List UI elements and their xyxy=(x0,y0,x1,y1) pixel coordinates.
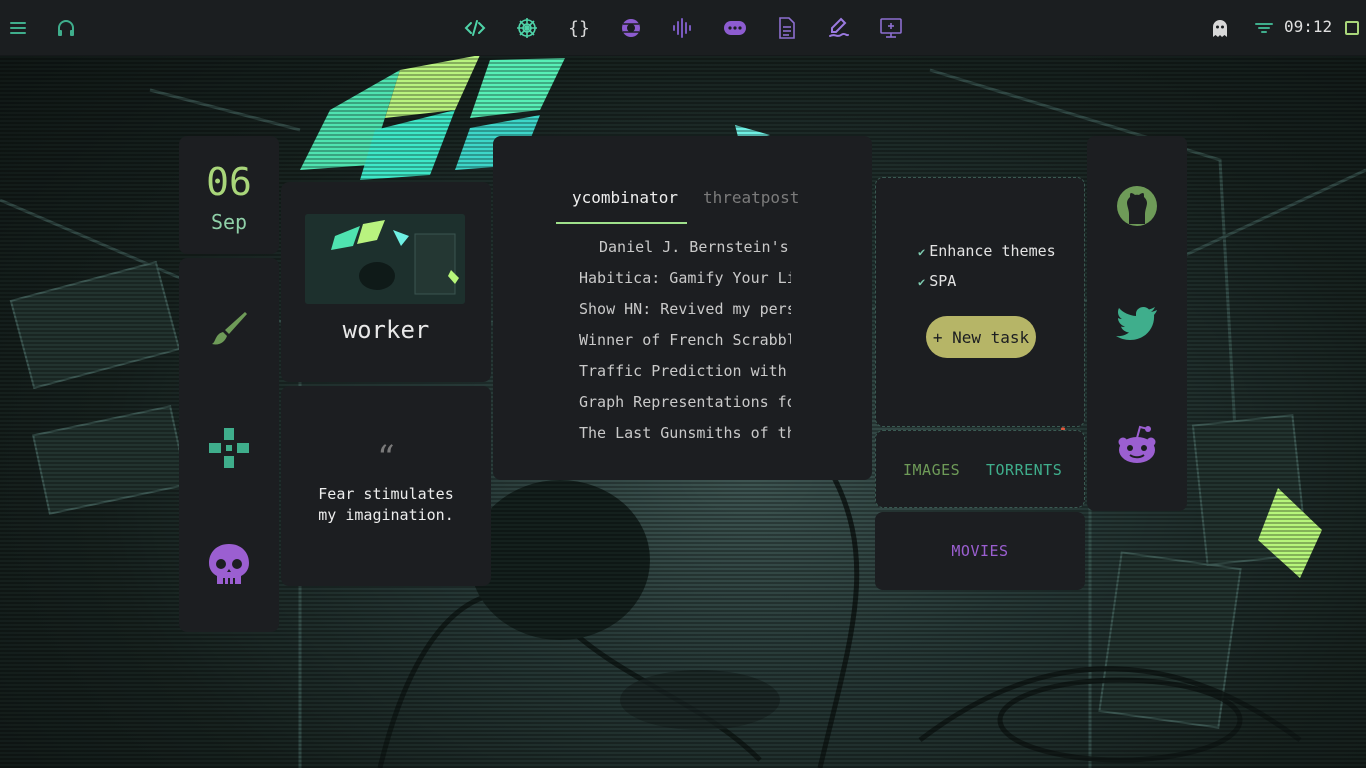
filter-icon[interactable] xyxy=(1250,14,1278,42)
headphones-icon[interactable] xyxy=(52,14,80,42)
quote-card: “ Fear stimulates my imagination. xyxy=(281,386,491,586)
news-item[interactable]: Daniel J. Bernstein's xyxy=(579,232,791,263)
check-icon: ✔ xyxy=(918,275,926,289)
tab-threatpost[interactable]: threatpost xyxy=(703,188,799,207)
clock: 09:12 xyxy=(1284,17,1333,36)
code-icon[interactable] xyxy=(461,14,489,42)
top-bar: {} 09:12 xyxy=(0,0,1366,56)
news-item[interactable]: The Last Gunsmiths of the xyxy=(579,418,791,449)
news-item[interactable]: Traffic Prediction with Ad xyxy=(579,356,791,387)
social-sidebar xyxy=(1087,136,1187,511)
news-list: Daniel J. Bernstein's Habitica: Gamify Y… xyxy=(579,232,791,449)
movies-card: MOVIES xyxy=(875,512,1085,590)
news-item[interactable]: Habitica: Gamify Your Life xyxy=(579,263,791,294)
profile-image xyxy=(305,214,465,304)
waveform-icon[interactable] xyxy=(669,14,697,42)
new-task-button[interactable]: + New task xyxy=(926,316,1036,358)
menu-icon[interactable] xyxy=(4,14,32,42)
news-item[interactable]: Winner of French Scrabble xyxy=(579,325,791,356)
profile-card: worker xyxy=(281,182,491,382)
gamepad-icon[interactable] xyxy=(179,426,279,470)
todo-item[interactable]: ✔ SPA xyxy=(918,272,956,290)
spider-icon[interactable] xyxy=(617,14,645,42)
images-link[interactable]: IMAGES xyxy=(903,461,960,479)
github-icon[interactable] xyxy=(1087,184,1187,228)
skull-icon[interactable] xyxy=(179,542,279,590)
chat-bubble-icon[interactable] xyxy=(721,14,749,42)
curly-braces-icon[interactable]: {} xyxy=(565,14,593,42)
quote-text: Fear stimulates my imagination. xyxy=(318,485,454,524)
todo-label: SPA xyxy=(929,272,957,290)
links-card: IMAGES TORRENTS xyxy=(875,430,1085,508)
reddit-icon[interactable] xyxy=(1087,422,1187,466)
date-day: 06 xyxy=(206,160,252,204)
tab-ycombinator[interactable]: ycombinator xyxy=(572,188,678,207)
news-item[interactable]: Show HN: Revived my person xyxy=(579,294,791,325)
movies-link[interactable]: MOVIES xyxy=(875,542,1085,560)
date-card: 06 Sep xyxy=(179,136,279,254)
news-card: ycombinator threatpost Daniel J. Bernste… xyxy=(493,136,872,480)
active-tab-indicator xyxy=(556,222,687,224)
torrents-link[interactable]: TORRENTS xyxy=(986,461,1062,479)
svg-text:{}: {} xyxy=(568,18,590,39)
ghost-icon[interactable] xyxy=(1206,14,1234,42)
monitor-icon[interactable] xyxy=(877,14,905,42)
document-icon[interactable] xyxy=(773,14,801,42)
launcher-sidebar xyxy=(179,258,279,632)
paintbrush-icon[interactable] xyxy=(179,306,279,350)
spider-web-icon[interactable] xyxy=(513,14,541,42)
quote-icon: “ xyxy=(377,438,395,478)
check-icon: ✔ xyxy=(918,245,926,259)
todo-label: Enhance themes xyxy=(929,242,1056,260)
news-item[interactable]: Graph Representations for xyxy=(579,387,791,418)
signature-icon[interactable] xyxy=(825,14,853,42)
date-month: Sep xyxy=(210,210,248,234)
todo-item[interactable]: ✔ Enhance themes xyxy=(918,242,1056,260)
twitter-icon[interactable] xyxy=(1087,304,1187,344)
square-icon[interactable] xyxy=(1338,14,1366,42)
todo-card: ✔ Enhance themes ✔ SPA + New task xyxy=(875,177,1085,427)
profile-name: worker xyxy=(342,316,430,344)
